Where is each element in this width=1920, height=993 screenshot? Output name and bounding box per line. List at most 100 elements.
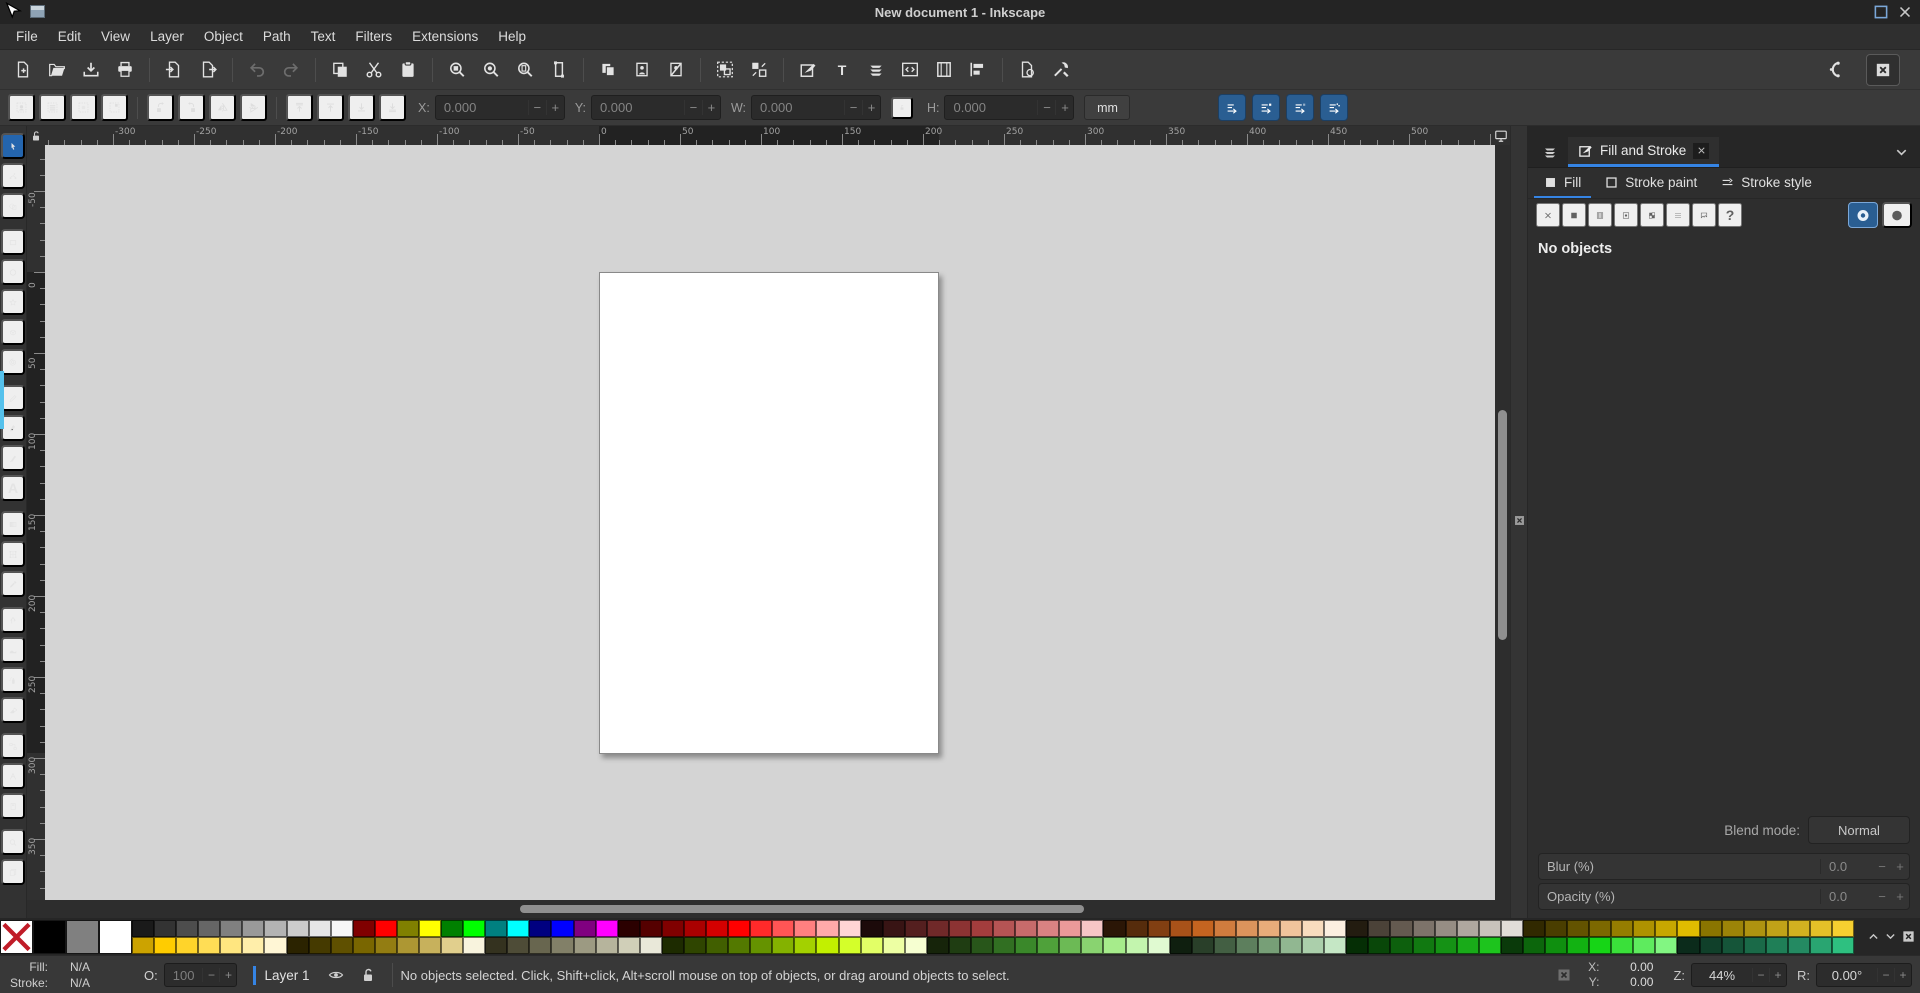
palette-swatch[interactable]	[1412, 919, 1435, 937]
text-tool-button[interactable]: A	[1, 475, 25, 501]
vertical-scrollbar-thumb[interactable]	[1498, 410, 1507, 640]
palette-swatch[interactable]	[1368, 919, 1391, 937]
palette-swatch[interactable]	[1456, 919, 1479, 937]
connector-tool-button[interactable]	[1, 733, 25, 759]
palette-swatch[interactable]	[1235, 936, 1258, 954]
palette-swatch[interactable]	[419, 936, 442, 954]
tab-stroke-style[interactable]: Stroke style	[1711, 168, 1822, 198]
scale-pattern-toggle[interactable]	[1320, 94, 1349, 121]
palette-swatch[interactable]	[99, 919, 132, 954]
tweak-tool-button[interactable]	[1, 607, 25, 633]
palette-swatch[interactable]	[286, 919, 309, 937]
palette-swatch[interactable]	[1500, 936, 1523, 954]
x-spinbox[interactable]: 0.000 − +	[434, 95, 565, 120]
palette-swatch[interactable]	[1191, 936, 1214, 954]
palette-swatch[interactable]	[198, 936, 221, 954]
zoom-spinbox[interactable]: 44% − +	[1691, 963, 1787, 987]
palette-swatch[interactable]	[485, 919, 508, 937]
lower-to-bottom-button[interactable]	[379, 94, 406, 121]
palette-swatch[interactable]	[1213, 919, 1236, 937]
duplicate-button[interactable]	[593, 55, 623, 85]
palette-swatch[interactable]	[1809, 919, 1833, 937]
paint-none-button[interactable]	[1536, 203, 1560, 227]
group-objects-button[interactable]	[710, 55, 740, 85]
palette-swatch[interactable]	[242, 936, 265, 954]
palette-swatch[interactable]	[330, 936, 353, 954]
guides-lock-toggle[interactable]	[27, 126, 45, 145]
h-plus-button[interactable]: +	[1055, 100, 1073, 115]
chevron-up-button[interactable]	[1867, 930, 1880, 943]
palette-swatch[interactable]	[573, 936, 596, 954]
opacity-minus-button[interactable]: −	[202, 968, 219, 982]
palette-swatch[interactable]	[1302, 919, 1325, 937]
palette-swatch[interactable]	[264, 919, 287, 937]
palette-swatch[interactable]	[441, 919, 464, 937]
palette-swatch[interactable]	[374, 919, 397, 937]
paint-dots-button[interactable]	[1666, 203, 1690, 227]
palette-swatch[interactable]	[772, 936, 795, 954]
palette-swatch[interactable]	[1522, 919, 1545, 937]
palette-swatch[interactable]	[396, 919, 420, 937]
spiral-tool-button[interactable]	[1, 349, 25, 375]
flip-horizontal-button[interactable]	[209, 94, 236, 121]
menu-file[interactable]: File	[6, 24, 48, 49]
palette-swatch[interactable]	[1125, 919, 1148, 937]
paint-radial-button[interactable]	[1614, 203, 1638, 227]
chevron-down-button[interactable]	[1884, 930, 1897, 943]
menu-filters[interactable]: Filters	[345, 24, 402, 49]
palette-swatch[interactable]	[1765, 936, 1788, 954]
palette-swatch[interactable]	[308, 936, 331, 954]
palette-swatch[interactable]	[970, 936, 994, 954]
zoom-tool-button[interactable]	[1, 829, 25, 855]
palette-swatch[interactable]	[904, 919, 927, 937]
palette-swatch[interactable]	[441, 936, 464, 954]
y-plus-button[interactable]: +	[701, 100, 720, 115]
star-tool-button[interactable]	[1, 289, 25, 315]
palette-swatch[interactable]	[198, 919, 221, 937]
palette-swatch[interactable]	[1191, 919, 1214, 937]
palette-swatch[interactable]	[595, 919, 618, 937]
layers-dialog-button[interactable]	[861, 55, 891, 85]
palette-swatch[interactable]	[1677, 936, 1700, 954]
paint-linear-button[interactable]	[1588, 203, 1612, 227]
palette-swatch[interactable]	[794, 936, 817, 954]
maximize-button[interactable]	[1872, 3, 1890, 21]
mesh-tool-button[interactable]	[1, 541, 25, 567]
palette-swatch[interactable]	[1346, 919, 1369, 937]
palette-swatch[interactable]	[816, 919, 839, 937]
palette-config-button[interactable]	[1901, 929, 1916, 944]
paint-unknown-button[interactable]: ?	[1718, 203, 1742, 227]
opacity-plus-button[interactable]: +	[219, 968, 236, 982]
palette-swatch[interactable]	[1147, 919, 1170, 937]
palette-swatch[interactable]	[1611, 919, 1634, 937]
palette-swatch[interactable]	[639, 919, 662, 937]
menu-help[interactable]: Help	[488, 24, 536, 49]
current-layer-selector[interactable]: Layer 1	[264, 968, 309, 983]
palette-swatch[interactable]	[176, 919, 199, 937]
palette-swatch[interactable]	[1633, 936, 1656, 954]
palette-swatch[interactable]	[1059, 919, 1082, 937]
ungroup-objects-button[interactable]	[744, 55, 774, 85]
palette-swatch[interactable]	[1103, 919, 1126, 937]
raise-to-top-button[interactable]	[286, 94, 313, 121]
palette-swatch[interactable]	[1015, 919, 1038, 937]
palette-swatch[interactable]	[706, 919, 729, 937]
palette-swatch[interactable]	[1765, 919, 1788, 937]
palette-swatch[interactable]	[617, 936, 640, 954]
zoom-page-button[interactable]	[510, 55, 540, 85]
palette-swatch[interactable]	[1677, 919, 1700, 937]
layer-visibility-toggle[interactable]	[324, 963, 348, 987]
dialog-close-button[interactable]	[1693, 142, 1710, 159]
palette-swatch[interactable]	[485, 936, 508, 954]
w-minus-button[interactable]: −	[843, 100, 862, 115]
palette-swatch[interactable]	[1324, 919, 1347, 937]
palette-swatch[interactable]	[1390, 936, 1413, 954]
fill-stroke-dialog-tab[interactable]: Fill and Stroke	[1568, 137, 1720, 167]
node-tool-button[interactable]	[1, 163, 25, 189]
layer-lock-toggle[interactable]	[356, 963, 380, 987]
palette-swatch[interactable]	[242, 919, 265, 937]
palette-swatch[interactable]	[1302, 936, 1325, 954]
palette-swatch[interactable]	[1213, 936, 1236, 954]
h-minus-button[interactable]: −	[1037, 100, 1055, 115]
y-minus-button[interactable]: −	[683, 100, 702, 115]
